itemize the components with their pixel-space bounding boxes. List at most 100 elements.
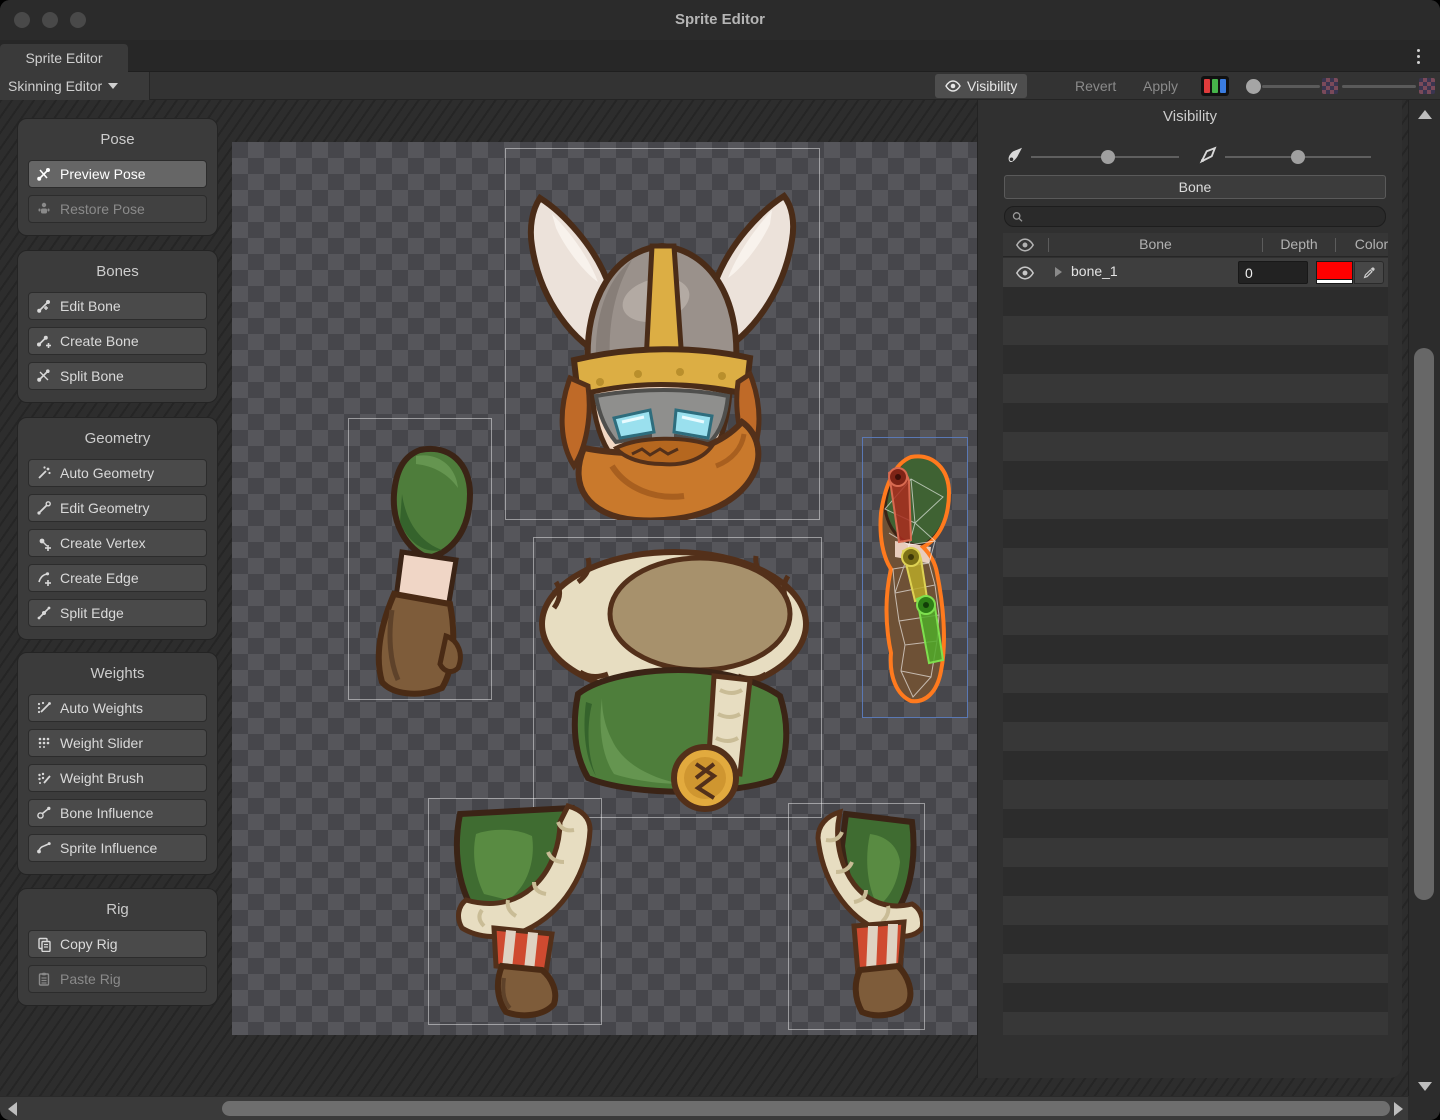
scroll-right-icon[interactable] [1394,1102,1403,1116]
copy-rig-label: Copy Rig [60,936,118,952]
create-vertex-icon [36,535,52,551]
bone-opacity-slider-knob[interactable] [1291,150,1305,164]
eyedropper-button[interactable] [1354,261,1384,284]
weight-slider-label: Weight Slider [60,735,143,751]
bone-influence-label: Bone Influence [60,805,153,821]
skinning-editor-dropdown[interactable]: Skinning Editor [0,72,150,100]
vertical-scrollbar-thumb[interactable] [1414,348,1434,900]
paste-rig-button[interactable]: Paste Rig [28,965,207,993]
edit-bone-icon [36,298,52,314]
tab-bar: Sprite Editor [0,40,1440,72]
kebab-menu-icon[interactable] [1410,45,1426,67]
preview-pose-button[interactable]: Preview Pose [28,160,207,188]
auto-weights-button[interactable]: Auto Weights [28,694,207,722]
pose-panel: Pose Preview Pose Restore Pose [17,118,218,236]
visibility-panel-title: Visibility [978,108,1402,125]
revert-label: Revert [1075,78,1116,94]
copy-rig-button[interactable]: Copy Rig [28,930,207,958]
toolbar: Skinning Editor Visibility Revert Apply [0,72,1440,100]
horizontal-scrollbar-thumb[interactable] [222,1101,1390,1116]
restore-pose-icon [36,201,52,217]
visibility-toggle-button[interactable]: Visibility [935,74,1027,98]
split-bone-label: Split Bone [60,368,124,384]
tab-sprite-editor[interactable]: Sprite Editor [0,44,128,72]
bone-influence-button[interactable]: Bone Influence [28,799,207,827]
bone-search-field[interactable] [1004,206,1386,227]
create-bone-label: Create Bone [60,333,139,349]
sprite-influence-button[interactable]: Sprite Influence [28,834,207,862]
restore-pose-label: Restore Pose [60,201,145,217]
rgb-channels-icon[interactable] [1201,76,1229,96]
viking-torso-sprite[interactable] [538,548,820,818]
edit-bone-button[interactable]: Edit Bone [28,292,207,320]
zoom-slider-track[interactable] [1342,85,1416,88]
header-eye-icon [1015,238,1035,252]
bone-category-button[interactable]: Bone [1004,175,1386,199]
revert-button[interactable]: Revert [1065,74,1126,98]
scroll-up-icon[interactable] [1418,110,1432,119]
row-visibility-eye-icon[interactable] [1015,266,1035,280]
split-edge-icon [36,605,52,621]
weight-brush-label: Weight Brush [60,770,144,786]
auto-geometry-label: Auto Geometry [60,465,154,481]
visibility-label: Visibility [967,78,1017,94]
split-bone-button[interactable]: Split Bone [28,362,207,390]
bone-color-swatch[interactable] [1316,261,1353,284]
create-vertex-button[interactable]: Create Vertex [28,529,207,557]
bone-influence-icon [36,805,52,821]
vertical-scrollbar[interactable] [1408,100,1440,1096]
depth-input[interactable] [1239,262,1307,283]
auto-geometry-icon [36,465,52,481]
sprite-canvas[interactable] [232,142,977,1035]
scroll-down-icon[interactable] [1418,1082,1432,1091]
alpha-bar [1317,279,1352,283]
sprite-editor-window: Sprite Editor Sprite Editor Skinning Edi… [0,0,1440,1120]
horizontal-scrollbar[interactable] [0,1096,1408,1120]
bone-outline-icon [1198,145,1218,165]
viking-leg-left-sprite[interactable] [432,800,598,1022]
tab-label: Sprite Editor [25,50,102,66]
apply-button[interactable]: Apply [1133,74,1188,98]
split-edge-button[interactable]: Split Edge [28,599,207,627]
titlebar: Sprite Editor [0,0,1440,40]
search-input[interactable] [1028,208,1378,225]
alpha-slider-track[interactable] [1262,85,1320,88]
bone-size-slider-knob[interactable] [1101,150,1115,164]
split-bone-icon [36,368,52,384]
auto-weights-label: Auto Weights [60,700,143,716]
create-edge-label: Create Edge [60,570,139,586]
sprite-influence-icon [36,840,52,856]
visibility-panel: Visibility Bone [977,100,1402,1078]
pose-panel-title: Pose [28,131,207,148]
geometry-panel: Geometry Auto Geometry Edit Geometry Cre… [17,417,218,640]
bone-name[interactable]: bone_1 [1071,263,1118,279]
geometry-panel-title: Geometry [28,430,207,447]
edit-geometry-button[interactable]: Edit Geometry [28,494,207,522]
viking-head-sprite[interactable] [504,148,820,520]
scroll-left-icon[interactable] [8,1102,17,1116]
viking-arm-sprite[interactable] [358,440,488,702]
bone-table-row[interactable]: bone_1 [1003,258,1388,287]
auto-geometry-button[interactable]: Auto Geometry [28,459,207,487]
restore-pose-button[interactable]: Restore Pose [28,195,207,223]
create-bone-button[interactable]: Create Bone [28,327,207,355]
viking-leg-right-sprite[interactable] [790,806,923,1026]
create-vertex-label: Create Vertex [60,535,146,551]
row-expand-icon[interactable] [1055,267,1062,277]
header-color[interactable]: Color [1336,236,1402,252]
header-depth[interactable]: Depth [1263,236,1335,252]
bone-brush-icon [1006,146,1025,165]
eye-icon [945,78,961,94]
weight-brush-button[interactable]: Weight Brush [28,764,207,792]
bone-category-label: Bone [1179,179,1212,195]
create-edge-button[interactable]: Create Edge [28,564,207,592]
alpha-slider-knob[interactable] [1246,79,1261,94]
edit-bone-label: Edit Bone [60,298,121,314]
split-edge-label: Split Edge [60,605,124,621]
weight-slider-button[interactable]: Weight Slider [28,729,207,757]
bone-list-empty-rows [1003,287,1388,1035]
viking-arm-selected-sprite[interactable] [865,445,965,710]
create-edge-icon [36,570,52,586]
copy-rig-icon [36,936,52,952]
header-bone[interactable]: Bone [1049,236,1262,252]
